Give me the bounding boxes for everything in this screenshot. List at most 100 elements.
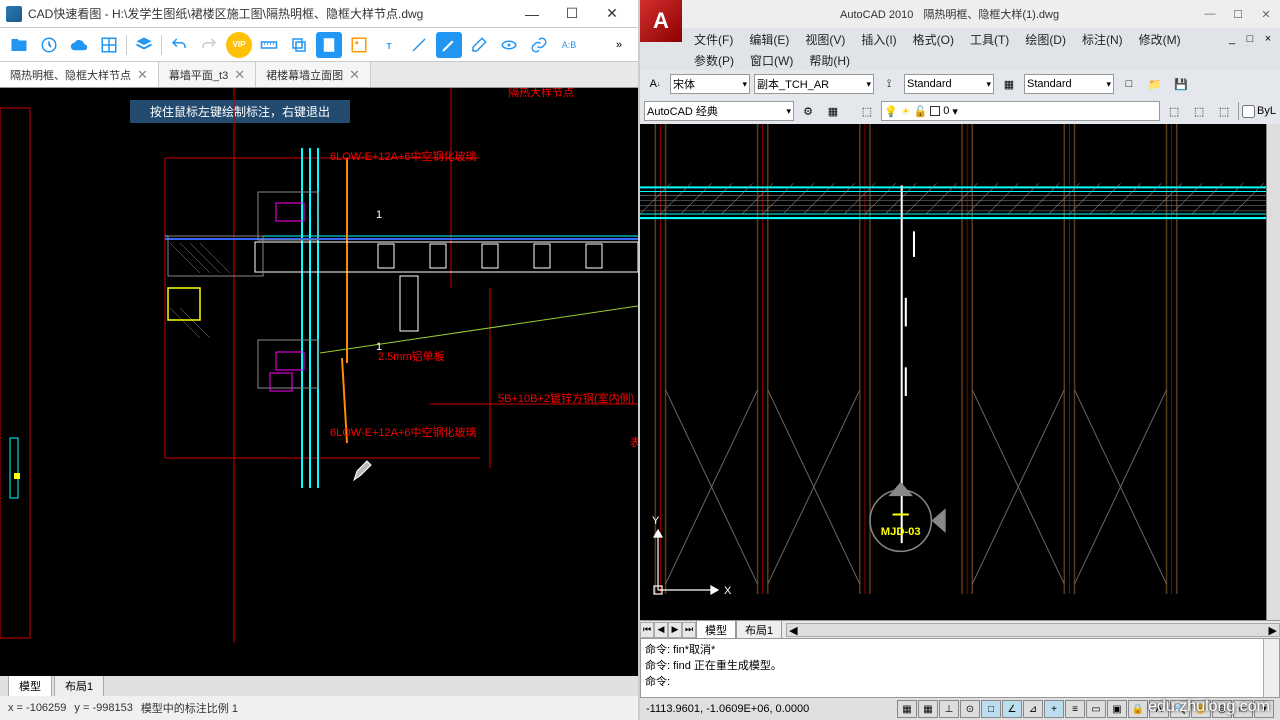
menu-insert[interactable]: 插入(I): [853, 29, 904, 50]
text-icon[interactable]: T: [376, 32, 402, 58]
osnap-button[interactable]: □: [981, 700, 1001, 718]
open-icon[interactable]: 📁: [1144, 73, 1166, 95]
menu-edit[interactable]: 编辑(E): [741, 29, 797, 50]
close-button[interactable]: ✕: [592, 4, 632, 24]
minimize-button[interactable]: —: [512, 4, 552, 24]
export-icon[interactable]: [316, 32, 342, 58]
autocad-app-button[interactable]: A: [640, 0, 682, 42]
menu-dimension[interactable]: 标注(N): [1074, 29, 1131, 50]
layout-tab[interactable]: 布局1: [54, 675, 104, 697]
app-icon: [6, 6, 22, 22]
redo-icon[interactable]: [196, 32, 222, 58]
vertical-scrollbar[interactable]: [1266, 124, 1280, 620]
next-tab-button[interactable]: ▶: [668, 622, 682, 638]
file-tab-1[interactable]: 幕墙平面_t3✕: [159, 62, 256, 87]
dwg-label-3: 6LOW-E+12A+6中空钢化玻璃: [330, 425, 477, 439]
eye-icon[interactable]: [496, 32, 522, 58]
textstyle-combo[interactable]: 副本_TCH_AR▾: [754, 74, 874, 94]
layer-match-icon[interactable]: ⬚: [1213, 100, 1235, 122]
lock-icon: 🔓: [914, 105, 928, 118]
open-icon[interactable]: [6, 32, 32, 58]
line-icon[interactable]: [406, 32, 432, 58]
layout-tab[interactable]: 布局1: [736, 620, 782, 640]
tool-icon[interactable]: ▦: [822, 100, 844, 122]
save-icon[interactable]: 💾: [1170, 73, 1192, 95]
menu-window[interactable]: 窗口(W): [742, 50, 801, 71]
new-icon[interactable]: □: [1118, 73, 1140, 95]
close-icon[interactable]: ✕: [349, 67, 360, 83]
recent-icon[interactable]: [36, 32, 62, 58]
layer-props-icon[interactable]: ⬚: [856, 100, 878, 122]
link-icon[interactable]: [526, 32, 552, 58]
tablestyle-icon[interactable]: ▦: [998, 73, 1020, 95]
menu-param[interactable]: 参数(P): [686, 50, 742, 71]
qp-button[interactable]: ▭: [1086, 700, 1106, 718]
lwt-button[interactable]: ≡: [1065, 700, 1085, 718]
layer-filter-icon[interactable]: ⬚: [1163, 100, 1185, 122]
menu-file[interactable]: 文件(F): [686, 29, 741, 50]
mdi-close[interactable]: ×: [1260, 33, 1276, 45]
close-icon[interactable]: ✕: [234, 67, 245, 83]
left-drawing-canvas[interactable]: 按住鼠标左键绘制标注，右键退出: [0, 88, 638, 676]
menu-draw[interactable]: 绘图(D): [1017, 29, 1074, 50]
copy-icon[interactable]: [286, 32, 312, 58]
menu-view[interactable]: 视图(V): [797, 29, 853, 50]
eraser-icon[interactable]: [466, 32, 492, 58]
menu-help[interactable]: 帮助(H): [801, 50, 858, 71]
layer-combo[interactable]: 💡 ☀ 🔓 0 ▾: [881, 101, 1160, 121]
undo-icon[interactable]: [166, 32, 192, 58]
minimize-button[interactable]: —: [1196, 4, 1224, 24]
file-tab-0[interactable]: 隔热明框、隐框大样节点✕: [0, 62, 159, 87]
textstyle-icon[interactable]: A↓: [644, 73, 666, 95]
close-button[interactable]: ✕: [1252, 4, 1280, 24]
image-icon[interactable]: [346, 32, 372, 58]
ortho-button[interactable]: ⊥: [939, 700, 959, 718]
lock-button[interactable]: 🔒: [1128, 700, 1148, 718]
bylayer-check[interactable]: [1242, 105, 1255, 118]
workspace-combo[interactable]: AutoCAD 经典▾: [644, 101, 794, 121]
layers-icon[interactable]: [131, 32, 157, 58]
menu-format[interactable]: 格式(O): [905, 29, 962, 50]
maximize-button[interactable]: ☐: [1224, 4, 1252, 24]
close-icon[interactable]: ✕: [137, 67, 148, 83]
model-button[interactable]: ▣: [1107, 700, 1127, 718]
vip-icon[interactable]: VIP: [226, 32, 252, 58]
cloud-icon[interactable]: [66, 32, 92, 58]
polar-button[interactable]: ⊙: [960, 700, 980, 718]
measure-icon[interactable]: [256, 32, 282, 58]
first-tab-button[interactable]: ⏮: [640, 622, 654, 638]
menu-tools[interactable]: 工具(T): [962, 29, 1017, 50]
horizontal-scrollbar[interactable]: ◀▶: [786, 623, 1280, 637]
menu-modify[interactable]: 修改(M): [1131, 29, 1189, 50]
grid-icon[interactable]: [96, 32, 122, 58]
mdi-min[interactable]: _: [1224, 33, 1240, 45]
model-tab[interactable]: 模型: [696, 620, 736, 640]
gear-icon[interactable]: ⚙: [797, 100, 819, 122]
font-combo[interactable]: 宋体▾: [670, 74, 750, 94]
right-drawing-canvas[interactable]: MJD-03 X Y: [640, 124, 1280, 620]
tablestyle-combo[interactable]: Standard▾: [1024, 74, 1114, 94]
sun-icon: ☀: [901, 105, 911, 118]
left-toolbar: VIP T A:B »: [0, 28, 638, 62]
grid-button[interactable]: ▦: [918, 700, 938, 718]
dyn-button[interactable]: +: [1044, 700, 1064, 718]
command-window[interactable]: 命令: fin*取消* 命令: find 正在重生成模型。 命令:: [640, 638, 1280, 698]
more-icon[interactable]: »: [606, 32, 632, 58]
mdi-max[interactable]: □: [1242, 33, 1258, 45]
dwg-label-2: 5B+10B+2镀锌方钢(室内侧): [498, 391, 634, 405]
ducs-button[interactable]: ⊿: [1023, 700, 1043, 718]
model-tab[interactable]: 模型: [8, 675, 52, 697]
cmd-scrollbar[interactable]: [1263, 639, 1279, 697]
file-tab-2[interactable]: 裙楼幕墙立面图✕: [256, 62, 371, 87]
layer-states-icon[interactable]: ⬚: [1188, 100, 1210, 122]
compare-icon[interactable]: A:B: [556, 32, 582, 58]
snap-button[interactable]: ▦: [897, 700, 917, 718]
otrack-button[interactable]: ∠: [1002, 700, 1022, 718]
dimstyle-icon[interactable]: ⟟: [878, 73, 900, 95]
prev-tab-button[interactable]: ◀: [654, 622, 668, 638]
last-tab-button[interactable]: ⏭: [682, 622, 696, 638]
cmd-line-2: 命令:: [645, 673, 1275, 689]
pen-icon[interactable]: [436, 32, 462, 58]
dimstyle-combo[interactable]: Standard▾: [904, 74, 994, 94]
maximize-button[interactable]: ☐: [552, 4, 592, 24]
